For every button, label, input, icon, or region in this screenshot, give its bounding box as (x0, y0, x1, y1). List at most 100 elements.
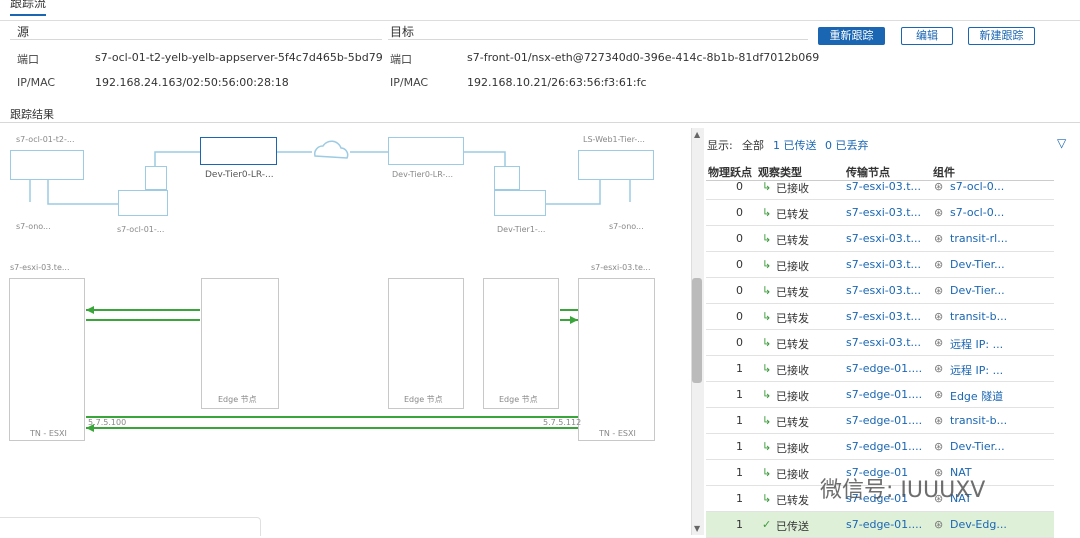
table-row[interactable]: 1 ✓ 已传送 s7-edge-01.... ⊛ Dev-Edg... (706, 512, 1054, 538)
cell-type: 已转发 (776, 312, 809, 325)
component-icon: ⊛ (934, 232, 944, 245)
cell-component[interactable]: Dev-Tier... (950, 440, 1005, 453)
cell-component[interactable]: Edge 隧道 (950, 388, 1003, 404)
table-row[interactable]: 0 ↳ 已转发 s7-esxi-03.t... ⊛ transit-b... (706, 304, 1054, 330)
filter-all[interactable]: 全部 (742, 137, 764, 153)
cell-hops: 1 (736, 414, 743, 427)
target-ipmac-label: IP/MAC (390, 76, 429, 89)
cell-node[interactable]: s7-esxi-03.t... (846, 258, 921, 271)
retrace-button[interactable]: 重新跟踪 (818, 27, 885, 45)
cell-node[interactable]: s7-esxi-03.t... (846, 206, 921, 219)
cell-component[interactable]: Dev-Tier... (950, 258, 1005, 271)
tier1-upper[interactable] (494, 166, 520, 190)
table-row[interactable]: 0 ↳ 已转发 s7-esxi-03.t... ⊛ transit-rl... (706, 226, 1054, 252)
scroll-up-icon[interactable]: ▲ (694, 130, 700, 139)
cell-component[interactable]: Dev-Edg... (950, 518, 1007, 531)
edge-node-1[interactable]: Edge 节点 (201, 278, 279, 409)
cell-hops: 1 (736, 440, 743, 453)
cell-component[interactable]: 远程 IP: ... (950, 362, 1003, 378)
tab-trace-flow[interactable]: 跟踪流 (10, 0, 47, 16)
source-title: 源 (17, 25, 30, 39)
node-label-n4: Dev-Tier0-LR-... (205, 170, 274, 180)
edge-node-3[interactable]: Edge 节点 (483, 278, 559, 409)
cell-hops: 1 (736, 492, 743, 505)
tier0-left-box[interactable] (200, 137, 277, 165)
scroll-down-icon[interactable]: ▼ (694, 524, 700, 533)
cell-type: 已转发 (776, 208, 809, 221)
cell-node[interactable]: s7-esxi-03.t... (846, 310, 921, 323)
table-row[interactable]: 1 ↳ 已接收 s7-edge-01.... ⊛ Dev-Tier... (706, 434, 1054, 460)
cell-type: 已转发 (776, 286, 809, 299)
cell-component[interactable]: transit-b... (950, 310, 1007, 323)
cell-node[interactable]: s7-edge-01.... (846, 388, 922, 401)
cell-node[interactable]: s7-esxi-03.t... (846, 336, 921, 349)
cell-node[interactable]: s7-esxi-03.t... (846, 284, 921, 297)
table-row[interactable]: 1 ↳ 已接收 s7-edge-01.... ⊛ 远程 IP: ... (706, 356, 1054, 382)
filter-icon[interactable]: ▽ (1057, 136, 1066, 150)
node-label-n6: LS-Web1-Tier-... (583, 135, 645, 144)
arrow-icon: ↳ (762, 336, 772, 349)
cell-hops: 1 (736, 388, 743, 401)
arrow-icon: ↳ (762, 414, 772, 427)
edge-label-2: Edge 节点 (404, 395, 443, 404)
component-icon: ⊛ (934, 388, 944, 401)
table-row[interactable]: 0 ↳ 已接收 s7-esxi-03.t... ⊛ Dev-Tier... (706, 252, 1054, 278)
scrollbar-thumb[interactable] (692, 278, 702, 383)
component-icon: ⊛ (934, 440, 944, 453)
cell-node[interactable]: s7-edge-01.... (846, 362, 922, 375)
cell-type: 已接收 (776, 182, 809, 195)
cell-node[interactable]: s7-edge-01.... (846, 518, 922, 531)
cell-component[interactable]: transit-rl... (950, 232, 1008, 245)
arrow-icon: ↳ (762, 388, 772, 401)
tier1-lower[interactable] (494, 190, 546, 216)
router-left-upper[interactable] (145, 166, 167, 190)
filter-dropped[interactable]: 0 已丢弃 (825, 137, 869, 153)
table-row[interactable]: 0 ↳ 已转发 s7-esxi-03.t... ⊛ 远程 IP: ... (706, 330, 1054, 356)
component-icon: ⊛ (934, 336, 944, 349)
target-divider (388, 39, 808, 40)
cloud-icon (314, 140, 349, 159)
cell-component[interactable]: transit-b... (950, 414, 1007, 427)
cell-component[interactable]: 远程 IP: ... (950, 336, 1003, 352)
cell-hops: 0 (736, 258, 743, 271)
arrow-icon: ↳ (762, 492, 772, 505)
edit-button[interactable]: 编辑 (901, 27, 953, 45)
left-port-group[interactable] (10, 150, 84, 180)
cell-node[interactable]: s7-esxi-03.t... (846, 232, 921, 245)
new-trace-button[interactable]: 新建跟踪 (968, 27, 1035, 45)
cell-hops: 0 (736, 180, 743, 193)
table-row[interactable]: 0 ↳ 已接收 s7-esxi-03.t... ⊛ s7-ocl-0... (706, 174, 1054, 200)
cell-type: 已接收 (776, 442, 809, 455)
component-icon: ⊛ (934, 362, 944, 375)
cell-component[interactable]: s7-ocl-0... (950, 206, 1004, 219)
target-port-label: 端口 (390, 53, 412, 66)
filter-delivered[interactable]: 1 已传送 (773, 137, 817, 153)
bottom-collapsed-panel[interactable] (0, 517, 261, 536)
table-row[interactable]: 0 ↳ 已转发 s7-esxi-03.t... ⊛ s7-ocl-0... (706, 200, 1054, 226)
results-title: 跟踪结果 (10, 108, 54, 121)
component-icon: ⊛ (934, 180, 944, 193)
router-left-lower[interactable] (118, 190, 168, 216)
table-row[interactable]: 0 ↳ 已转发 s7-esxi-03.t... ⊛ Dev-Tier... (706, 278, 1054, 304)
table-row[interactable]: 1 ↳ 已接收 s7-edge-01.... ⊛ Edge 隧道 (706, 382, 1054, 408)
node-label-n1: s7-ocl-01-t2-... (16, 135, 75, 144)
cell-node[interactable]: s7-edge-01.... (846, 440, 922, 453)
cell-component[interactable]: s7-ocl-0... (950, 180, 1004, 193)
tier0-right-box[interactable] (388, 137, 464, 165)
table-row[interactable]: 1 ↳ 已转发 s7-edge-01.... ⊛ transit-b... (706, 408, 1054, 434)
host-left-box[interactable]: TN - ESXI (9, 278, 85, 441)
right-port-group[interactable] (578, 150, 654, 180)
component-icon: ⊛ (934, 310, 944, 323)
tn-left-label: TN - ESXI (30, 429, 67, 438)
arrow-icon: ↳ (762, 232, 772, 245)
cell-component[interactable]: Dev-Tier... (950, 284, 1005, 297)
cell-node[interactable]: s7-edge-01.... (846, 414, 922, 427)
edge-node-2[interactable]: Edge 节点 (388, 278, 464, 409)
source-port-label: 端口 (17, 53, 39, 66)
cell-type: 已转发 (776, 338, 809, 351)
component-icon: ⊛ (934, 518, 944, 531)
host-right-box[interactable]: TN - ESXI (578, 278, 655, 441)
node-label-n5: Dev-Tier0-LR-... (392, 170, 454, 179)
cell-node[interactable]: s7-esxi-03.t... (846, 180, 921, 193)
arrow-icon: ↳ (762, 180, 772, 193)
